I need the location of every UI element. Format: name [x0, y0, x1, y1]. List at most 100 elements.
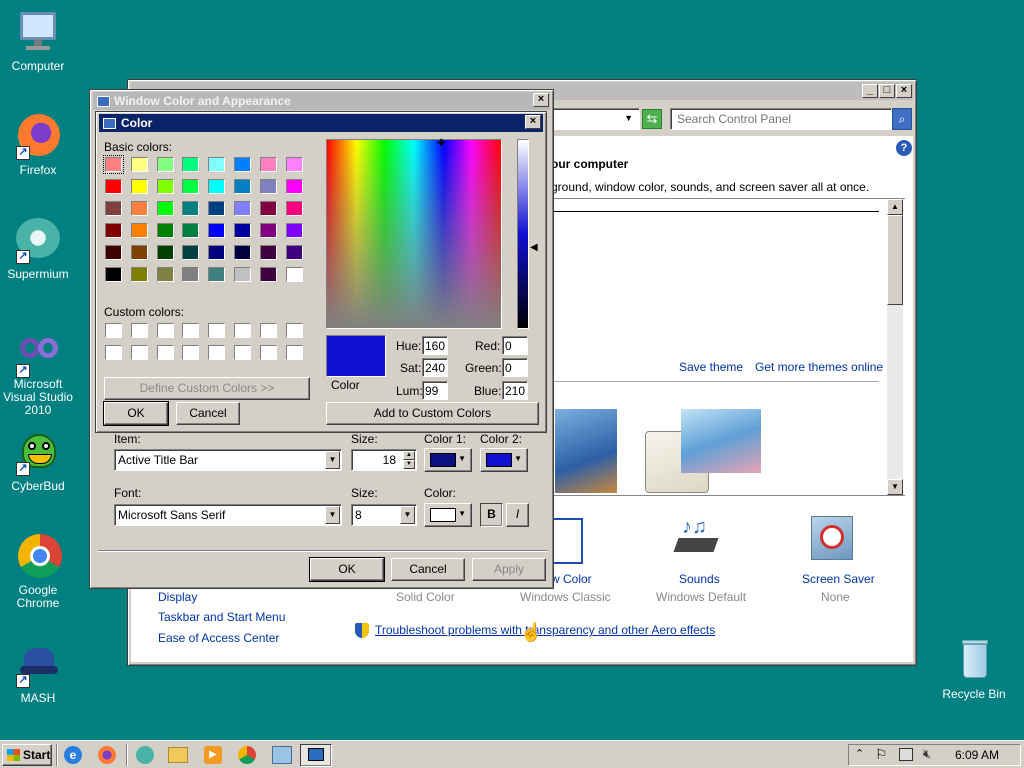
address-bar[interactable]: ▼: [548, 108, 640, 130]
themes-scrollbar[interactable]: ▲ ▼: [887, 199, 903, 495]
sounds-icon[interactable]: ♪♫: [672, 516, 720, 562]
start-button[interactable]: Start: [2, 744, 52, 766]
basic-color-swatch[interactable]: [208, 267, 226, 282]
desktop-icon-chrome[interactable]: Google Chrome: [0, 532, 80, 610]
themes-list[interactable]: Save theme Get more themes online ▲ ▼: [551, 198, 905, 496]
firefox-taskbar-icon[interactable]: [98, 746, 116, 764]
basic-color-swatch[interactable]: [234, 201, 251, 216]
basic-color-swatch[interactable]: [259, 179, 277, 194]
basic-color-swatch[interactable]: [182, 245, 200, 260]
theme-thumbnail[interactable]: [555, 409, 617, 493]
color1-picker-button[interactable]: ▼: [424, 448, 472, 472]
basic-color-swatch[interactable]: [285, 179, 303, 194]
custom-color-swatch[interactable]: [105, 323, 122, 338]
screen-saver-label[interactable]: Screen Saver: [802, 572, 875, 586]
media-player-taskbar-icon[interactable]: ▶: [204, 746, 222, 764]
basic-color-swatch[interactable]: [130, 179, 148, 194]
active-window-taskbar-button[interactable]: [300, 744, 332, 767]
color-ok-button[interactable]: OK: [103, 401, 169, 426]
color2-picker-button[interactable]: ▼: [480, 448, 528, 472]
spinner-up-icon[interactable]: ▲: [403, 451, 415, 460]
desktop-icon-mash[interactable]: ↗ MASH: [0, 640, 80, 705]
basic-color-swatch[interactable]: [130, 201, 148, 216]
basic-color-swatch[interactable]: [156, 245, 174, 260]
font-dropdown[interactable]: Microsoft Sans Serif ▼: [114, 504, 342, 526]
search-input[interactable]: [670, 108, 892, 130]
basic-color-swatch[interactable]: [285, 157, 303, 172]
basic-color-swatch[interactable]: [182, 157, 200, 172]
luminance-arrow-icon[interactable]: ◀: [530, 242, 538, 253]
color-close-button[interactable]: ×: [525, 115, 541, 129]
basic-color-swatch[interactable]: [182, 223, 200, 238]
custom-color-swatch[interactable]: [156, 323, 174, 338]
save-theme-link[interactable]: Save theme: [679, 360, 743, 374]
window-color-label[interactable]: w Color: [551, 572, 592, 586]
basic-color-swatch[interactable]: [234, 223, 251, 238]
define-custom-colors-button[interactable]: Define Custom Colors >>: [104, 377, 310, 400]
sidebar-link-display[interactable]: Display: [158, 590, 197, 604]
show-hidden-icons-icon[interactable]: ⌃: [855, 747, 864, 760]
desktop-icon-computer[interactable]: Computer: [0, 8, 80, 73]
basic-color-swatch[interactable]: [130, 245, 148, 260]
basic-color-swatch[interactable]: [105, 201, 122, 216]
basic-color-swatch[interactable]: [130, 267, 148, 282]
basic-color-swatch[interactable]: [234, 157, 251, 172]
green-field[interactable]: 0: [502, 358, 528, 377]
screen-saver-icon[interactable]: [811, 516, 853, 560]
custom-color-swatch[interactable]: [234, 323, 251, 338]
chevron-down-icon[interactable]: ▼: [325, 506, 340, 524]
custom-color-swatch[interactable]: [259, 345, 277, 360]
basic-color-swatch[interactable]: [259, 201, 277, 216]
hue-field[interactable]: 160: [422, 336, 448, 355]
red-field[interactable]: 0: [502, 336, 528, 355]
basic-color-swatch[interactable]: [130, 223, 148, 238]
maximize-button[interactable]: □: [879, 84, 895, 98]
bold-button[interactable]: B: [480, 503, 503, 527]
chrome-taskbar-icon[interactable]: [238, 746, 256, 764]
appearance-ok-button[interactable]: OK: [309, 557, 385, 582]
sidebar-link-taskbar[interactable]: Taskbar and Start Menu: [158, 610, 285, 624]
basic-color-swatch[interactable]: [285, 223, 303, 238]
chevron-down-icon[interactable]: ▼: [325, 451, 340, 469]
sidebar-link-ease-of-access[interactable]: Ease of Access Center: [158, 631, 279, 645]
basic-color-swatch[interactable]: [105, 223, 122, 238]
basic-color-swatch[interactable]: [103, 155, 124, 174]
add-to-custom-colors-button[interactable]: Add to Custom Colors: [326, 402, 539, 425]
custom-color-swatch[interactable]: [208, 323, 226, 338]
action-center-flag-icon[interactable]: ⚐: [875, 746, 888, 763]
custom-color-swatch[interactable]: [285, 345, 303, 360]
basic-color-swatch[interactable]: [182, 267, 200, 282]
basic-color-swatch[interactable]: [156, 157, 174, 172]
desktop-icon-supermium[interactable]: ↗ Supermium: [0, 216, 80, 281]
custom-color-swatch[interactable]: [234, 345, 251, 360]
chevron-down-icon[interactable]: ▼: [400, 506, 415, 524]
search-icon[interactable]: ⌕: [892, 108, 912, 130]
custom-color-swatch[interactable]: [208, 345, 226, 360]
explorer-taskbar-icon[interactable]: [168, 747, 188, 763]
basic-color-swatch[interactable]: [234, 245, 251, 260]
desktop-icon-cyberbud[interactable]: ↗ CyberBud: [0, 428, 80, 493]
luminance-slider[interactable]: [517, 139, 529, 329]
refresh-icon[interactable]: ⇆: [642, 109, 662, 129]
basic-color-swatch[interactable]: [208, 223, 226, 238]
custom-color-swatch[interactable]: [130, 323, 148, 338]
lum-field[interactable]: 99: [422, 381, 448, 400]
custom-color-swatch[interactable]: [156, 345, 174, 360]
basic-color-swatch[interactable]: [285, 245, 303, 260]
custom-color-swatch[interactable]: [105, 345, 122, 360]
basic-color-swatch[interactable]: [259, 157, 277, 172]
ie-icon[interactable]: e: [64, 746, 82, 764]
basic-color-swatch[interactable]: [259, 223, 277, 238]
blue-field[interactable]: 210: [502, 381, 528, 400]
font-color-button[interactable]: ▼: [424, 503, 472, 527]
basic-color-swatch[interactable]: [156, 267, 174, 282]
basic-color-swatch[interactable]: [208, 245, 226, 260]
custom-color-swatch[interactable]: [285, 323, 303, 338]
basic-color-swatch[interactable]: [208, 179, 226, 194]
custom-color-swatch[interactable]: [259, 323, 277, 338]
taskbar-clock[interactable]: 6:09 AM: [955, 748, 999, 762]
control-panel-taskbar-icon[interactable]: [272, 746, 292, 764]
item-dropdown[interactable]: Active Title Bar ▼: [114, 449, 342, 471]
appearance-apply-button[interactable]: Apply: [472, 558, 546, 581]
sounds-label[interactable]: Sounds: [679, 572, 720, 586]
